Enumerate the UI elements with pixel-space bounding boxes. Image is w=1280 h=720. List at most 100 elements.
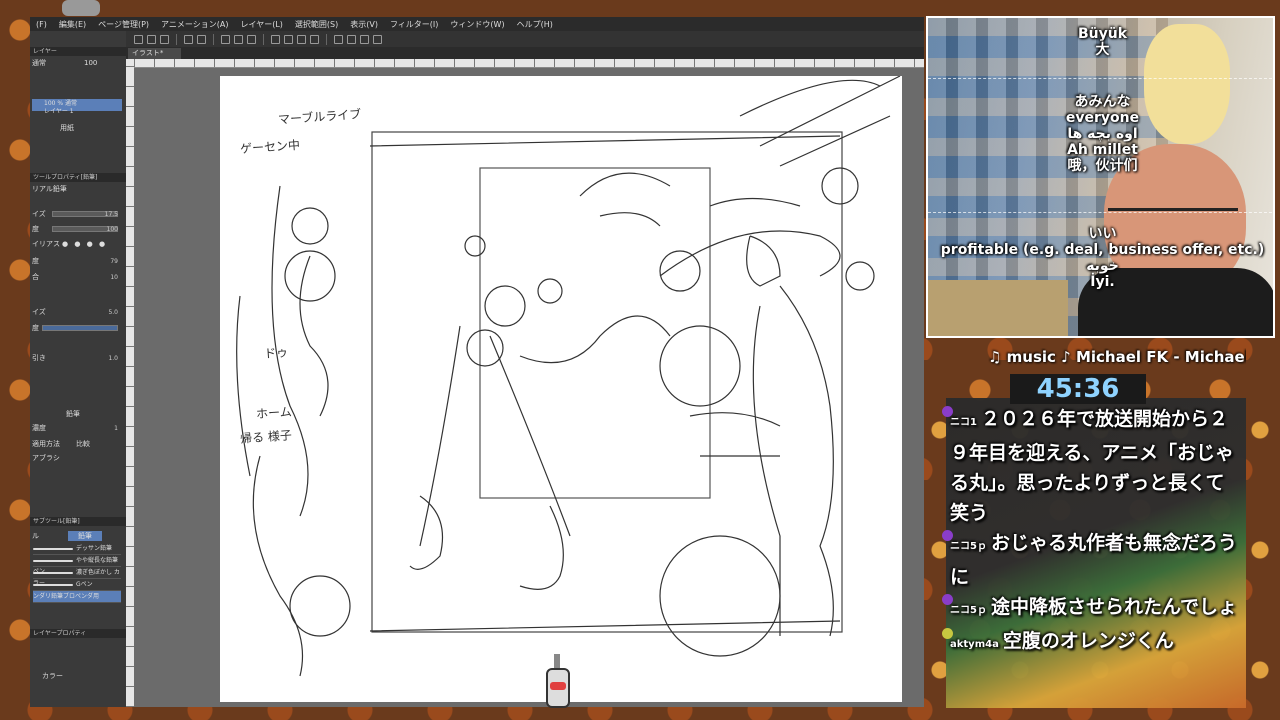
brush-slider[interactable]: [42, 325, 118, 331]
select-all-icon[interactable]: [310, 34, 319, 44]
chat-message: ニコ5ｐ おじゃる丸作者も無念だろうに: [942, 528, 1242, 592]
undo-icon[interactable]: [184, 34, 193, 44]
menu-page[interactable]: ページ管理(P): [92, 19, 155, 30]
subtitle-top: Büyük 大: [928, 26, 1273, 58]
canvas-area[interactable]: マーブルライブ ゲーセン中 ドゥ ホーム 帰る 様子: [134, 68, 924, 707]
chat-text: おじゃる丸作者も無念だろうに: [950, 532, 1237, 588]
now-playing: ♫ music ♪ Michael FK - Michael FK: [988, 348, 1246, 366]
webcam-feed: Büyük 大 あみんな everyone اوه بچه ها Ah mill…: [926, 16, 1275, 338]
help-icon[interactable]: [373, 34, 382, 44]
subtitle-line: everyone: [1065, 110, 1140, 126]
mix-label: 合: [32, 273, 39, 281]
settings-icon[interactable]: [221, 34, 230, 44]
grid-icon[interactable]: [297, 34, 306, 44]
sketch-note: ホーム: [255, 404, 293, 422]
document-tab[interactable]: イラスト*: [128, 48, 182, 59]
opacity-value[interactable]: 100: [84, 58, 97, 68]
brush-label: 度: [32, 324, 39, 332]
paper-layer-name[interactable]: 用紙: [60, 123, 74, 133]
subtitle-line: あみんな: [1074, 94, 1131, 110]
sketch-drawing: [236, 76, 901, 677]
subtool-header: サブツール[鉛筆]: [30, 517, 126, 526]
paper-value: 1.0: [108, 355, 118, 362]
avatar: [942, 628, 953, 639]
open-file-icon[interactable]: [147, 34, 156, 44]
chat-message: ニコ1 ２０２６年で放送開始から２９年目を迎える、アニメ「おじゃる丸」。思ったより…: [942, 404, 1242, 528]
ruler-icon[interactable]: [334, 34, 343, 44]
mascot-top-icon: [62, 0, 100, 16]
brush-item[interactable]: 濃ぎ色ぼかし カラー: [33, 567, 121, 587]
density-label: 度: [32, 225, 39, 233]
subtitle-line: اوه بچه ها: [1067, 126, 1138, 142]
subtitle-line: İyi.: [1090, 274, 1115, 290]
density2-label: 濃度: [32, 424, 46, 432]
subtitle-line: profitable (e.g. deal, business offer, e…: [940, 242, 1265, 258]
menu-file[interactable]: (F): [30, 20, 53, 29]
brush-item[interactable]: やや縦長な鉛筆ペン: [33, 555, 121, 575]
avatar: [942, 594, 953, 605]
menu-window[interactable]: ウィンドウ(W): [444, 19, 510, 30]
subtitle-mid: あみんな everyone اوه بچه ها Ah millet 哦，伙计们: [928, 94, 1273, 174]
pencil-label: 鉛筆: [66, 410, 80, 418]
layer-property-header: レイヤープロパティ: [30, 629, 126, 638]
antialias-selector[interactable]: ● ● ● ●: [62, 239, 107, 249]
horizontal-ruler: [134, 59, 924, 68]
command-bar: [126, 31, 924, 47]
avatar: [942, 530, 953, 541]
hardness-value: 79: [110, 258, 118, 265]
drawing-canvas[interactable]: マーブルライブ ゲーセン中 ドゥ ホーム 帰る 様子: [220, 76, 902, 702]
save-icon[interactable]: [160, 34, 169, 44]
glasses: [1108, 208, 1238, 211]
menu-selection[interactable]: 選択範囲(S): [289, 19, 344, 30]
size-label: イズ: [32, 210, 46, 218]
size-value: 17.5: [104, 211, 118, 218]
subtitle-line: 哦，伙计们: [1067, 158, 1138, 174]
transform-icon[interactable]: [284, 34, 293, 44]
menu-filter[interactable]: フィルター(I): [384, 19, 444, 30]
apply-method-label: 適用方法: [32, 440, 60, 448]
subtool-tab-pencil[interactable]: 鉛筆: [68, 531, 102, 541]
brush-item[interactable]: デッサン鉛筆: [33, 543, 121, 555]
blend-mode-select[interactable]: 通常: [32, 58, 46, 68]
clear-icon[interactable]: [271, 34, 280, 44]
subtitle-line: خوبه: [1086, 258, 1119, 274]
new-file-icon[interactable]: [134, 34, 143, 44]
snap-icon[interactable]: [347, 34, 356, 44]
hardness-label: 度: [32, 257, 39, 265]
menu-view[interactable]: 表示(V): [344, 19, 384, 30]
subtitle-line: Ah millet: [1067, 142, 1138, 158]
menu-bar: (F) 編集(E) ページ管理(P) アニメーション(A) レイヤー(L) 選択…: [30, 17, 924, 31]
document-tab-bar: イラスト*: [126, 47, 924, 59]
apply-method-select[interactable]: 比較: [76, 439, 90, 449]
color-select[interactable]: カラー: [42, 671, 63, 681]
clip-studio-window: (F) 編集(E) ページ管理(P) アニメーション(A) レイヤー(L) 選択…: [30, 17, 924, 707]
brush-size-label: イズ: [32, 308, 46, 316]
snap-grid-icon[interactable]: [360, 34, 369, 44]
menu-layer[interactable]: レイヤー(L): [234, 19, 288, 30]
redo-icon[interactable]: [197, 34, 206, 44]
subtitle-line: 大: [1095, 42, 1110, 58]
menu-edit[interactable]: 編集(E): [53, 19, 92, 30]
crop-icon[interactable]: [247, 34, 256, 44]
chat-message: aktym4a 空腹のオレンジくん: [942, 626, 1242, 660]
brush-shape-label: アブラシ: [32, 454, 60, 462]
paper-label: 引き: [32, 354, 46, 362]
chat-username: ニコ1: [950, 417, 977, 428]
chat-log: ニコ1 ２０２６年で放送開始から２９年目を迎える、アニメ「おじゃる丸」。思ったより…: [942, 404, 1242, 660]
fill-icon[interactable]: [234, 34, 243, 44]
menu-help[interactable]: ヘルプ(H): [511, 19, 559, 30]
vertical-ruler: [126, 59, 134, 707]
chat-username: ニコ5ｐ: [950, 605, 987, 616]
stream-timer: 45:36: [1010, 374, 1146, 404]
menu-animation[interactable]: アニメーション(A): [155, 19, 234, 30]
density2-value: 1: [114, 425, 118, 432]
brush-item-selected[interactable]: ンダリ鉛筆ブロペンダ用: [33, 591, 121, 603]
chat-username: aktym4a: [950, 639, 999, 650]
subtool-tab-mil[interactable]: ル: [32, 531, 39, 541]
tool-property-header: ツールプロパティ[鉛筆]: [30, 173, 126, 182]
sketch-note: 帰る 様子: [239, 428, 293, 446]
avatar: [942, 406, 953, 417]
brush-item[interactable]: Gペン: [33, 579, 121, 591]
sketch-note: ドゥ: [263, 345, 289, 361]
tool-name: リアル鉛筆: [32, 185, 67, 193]
